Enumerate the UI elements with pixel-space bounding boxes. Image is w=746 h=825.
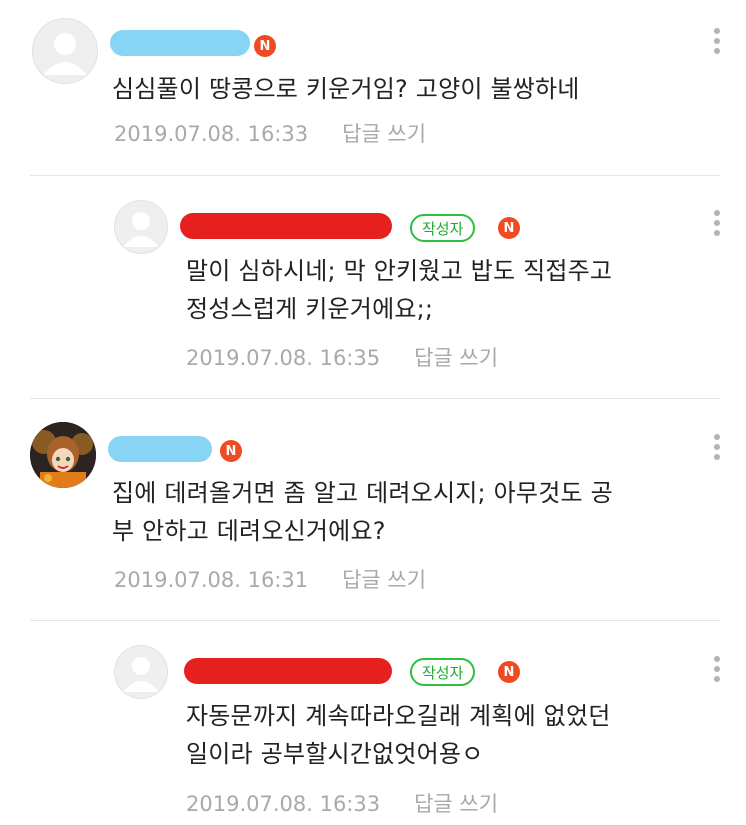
comment-date: 2019.07.08. 16:33 — [186, 792, 381, 816]
comment-date: 2019.07.08. 16:31 — [114, 568, 309, 592]
redacted-username — [184, 658, 392, 684]
divider — [30, 620, 720, 621]
more-options-icon[interactable] — [712, 210, 722, 240]
comment-meta: 2019.07.08. 16:35 답글 쓰기 — [186, 342, 498, 372]
divider — [30, 175, 720, 176]
more-options-icon[interactable] — [712, 28, 722, 58]
new-badge: N — [220, 440, 242, 462]
reply-button[interactable]: 답글 쓰기 — [342, 568, 426, 592]
comment-text: 집에 데려올거면 좀 알고 데려오시지; 아무것도 공 부 안하고 데려오신거에… — [112, 479, 613, 545]
more-options-icon[interactable] — [712, 434, 722, 464]
new-badge: N — [254, 35, 276, 57]
reply-button[interactable]: 답글 쓰기 — [414, 792, 498, 816]
reply-button[interactable]: 답글 쓰기 — [414, 346, 498, 370]
reply-button[interactable]: 답글 쓰기 — [342, 122, 426, 146]
comment-meta: 2019.07.08. 16:31 답글 쓰기 — [114, 564, 426, 594]
comment-date: 2019.07.08. 16:35 — [186, 346, 381, 370]
comment-meta: 2019.07.08. 16:33 답글 쓰기 — [186, 788, 498, 818]
redacted-username — [180, 213, 392, 239]
comment-text: 심심풀이 땅콩으로 키운거임? 고양이 불쌍하네 — [112, 75, 580, 103]
profile-avatar-icon[interactable] — [30, 422, 96, 488]
author-badge: 작성자 — [410, 658, 476, 686]
comment-date: 2019.07.08. 16:33 — [114, 122, 309, 146]
author-badge: 작성자 — [410, 214, 476, 242]
redacted-username — [110, 30, 250, 56]
comment-text: 자동문까지 계속따라오길래 계획에 없었던 일이라 공부할시간없엇어용ㅇ — [186, 702, 611, 768]
new-badge: N — [498, 217, 520, 239]
more-options-icon[interactable] — [712, 656, 722, 686]
default-avatar-icon[interactable] — [114, 645, 168, 699]
divider — [30, 398, 720, 399]
default-avatar-icon[interactable] — [32, 18, 98, 84]
comment-text: 말이 심하시네; 막 안키웠고 밥도 직접주고 정성스럽게 키운거에요;; — [186, 257, 613, 323]
comment-meta: 2019.07.08. 16:33 답글 쓰기 — [114, 118, 426, 148]
redacted-username — [108, 436, 212, 462]
new-badge: N — [498, 661, 520, 683]
default-avatar-icon[interactable] — [114, 200, 168, 254]
